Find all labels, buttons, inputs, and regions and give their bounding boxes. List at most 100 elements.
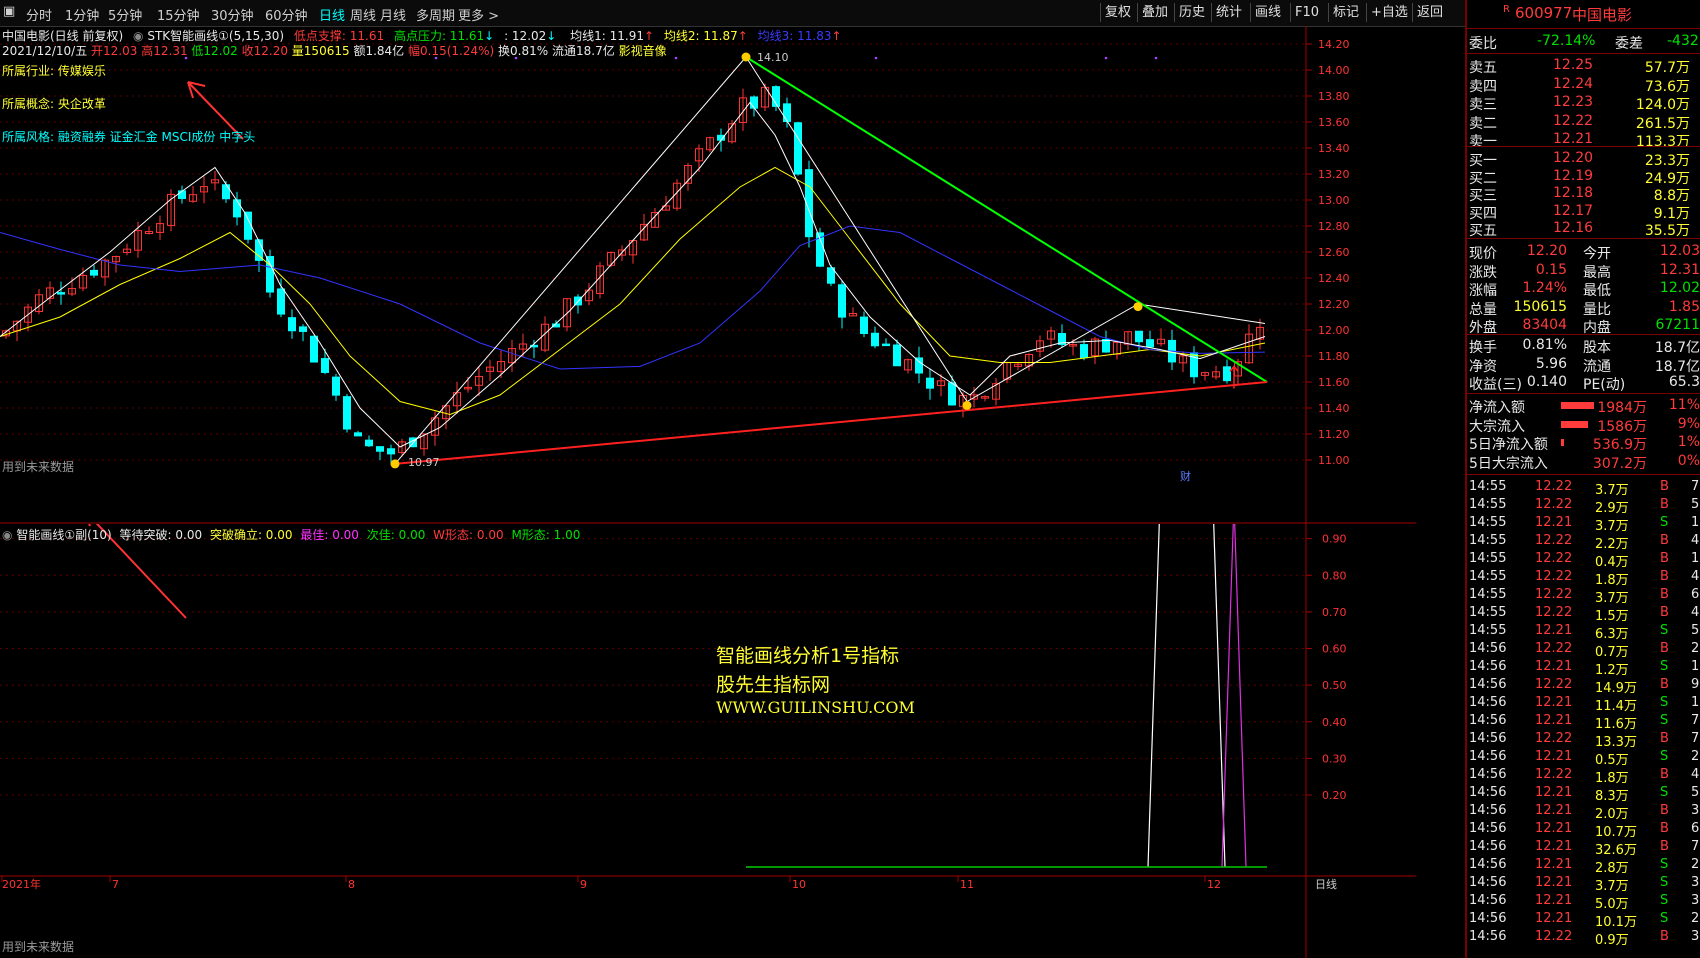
tick-row: 14:55 12.22 3.7万 B 7: [1469, 479, 1700, 498]
time-label: 11: [960, 878, 974, 891]
stock-code: 600977: [1515, 4, 1573, 22]
sub-axis-label: 0.50: [1322, 679, 1347, 692]
price-label: 13.60: [1318, 116, 1350, 129]
candle-body: [1223, 366, 1231, 382]
period-toolbar: ▣ 分时 1分钟 5分钟 15分钟 30分钟 60分钟 日线 周线 月线 多周期 更多 > 复权 叠加…: [0, 0, 1465, 27]
stat2-row-0: 换手 0.81% 股本 18.7亿: [1469, 337, 1700, 356]
period-tab-7[interactable]: 周线: [350, 5, 376, 24]
tick-row: 14:55 12.22 2.2万 B 4: [1469, 533, 1700, 552]
sub-title[interactable]: 智能画线①副(10): [16, 528, 111, 542]
menu-icon[interactable]: ▣: [3, 4, 15, 19]
resistance-line: [745, 56, 1268, 383]
period-tab-4[interactable]: 30分钟: [211, 5, 254, 24]
period-tab-2[interactable]: 5分钟: [108, 5, 142, 24]
stat2-row-1: 净资 5.96 流通 18.7亿: [1469, 355, 1700, 375]
sub-axis-label: 0.90: [1322, 533, 1347, 546]
ask-row-4: 卖一 12.21 113.3万: [1469, 131, 1690, 150]
kline-chart[interactable]: 14.20 14.00 13.80 13.60 13.40 13.20 13.00 12.80…: [0, 26, 1416, 524]
style-value: 融资融券 证金汇金 MSCI成份 中字头: [57, 130, 256, 144]
candle-body: [1080, 344, 1088, 359]
stock-name: 中国电影: [1572, 6, 1633, 24]
price-label: 14.00: [1318, 64, 1350, 77]
sub-indicator-chart[interactable]: 1.000.900.800.700.600.500.400.300.202021…: [0, 524, 1416, 958]
settings-icon[interactable]: ◉: [133, 29, 143, 43]
tick-row: 14:56 12.22 13.3万 B 7: [1469, 731, 1700, 750]
tick-row: 14:55 12.22 1.5万 B 4: [1469, 605, 1700, 624]
tick-row: 14:56 12.21 8.3万 S 5: [1469, 785, 1700, 804]
time-label: 7: [112, 878, 119, 891]
candle-body: [277, 288, 285, 315]
tick-row: 14:56 12.21 1.2万 S 1: [1469, 659, 1700, 678]
toolbar-button-5[interactable]: F10: [1290, 3, 1323, 22]
sub-second: 次佳: 0.00: [366, 528, 426, 542]
period-tab-5[interactable]: 60分钟: [265, 5, 308, 24]
candle-body: [926, 377, 934, 389]
price-label: 11.60: [1318, 376, 1350, 389]
bid-row-1: 买二 12.19 24.9万: [1469, 167, 1690, 187]
zigzag-line: [394, 56, 1266, 465]
period-tab-10[interactable]: 更多 >: [458, 5, 499, 24]
candle-body: [893, 344, 901, 367]
price-label: 12.80: [1318, 220, 1350, 233]
bid-row-4: 买五 12.16 35.5万: [1469, 220, 1690, 239]
toolbar-button-4[interactable]: 画线: [1250, 3, 1285, 22]
toolbar-button-1[interactable]: 叠加: [1137, 3, 1172, 22]
toolbar-button-6[interactable]: 标记: [1328, 3, 1363, 22]
candle-body: [310, 335, 318, 363]
event-marker: [1154, 56, 1158, 60]
finance-marker[interactable]: 财: [1180, 468, 1191, 484]
watermark-url: WWW.GUILINSHU.COM: [716, 698, 915, 717]
sub-settings-icon[interactable]: ◉: [2, 528, 12, 542]
time-label: 8: [348, 878, 355, 891]
pivot-dot: [1133, 302, 1143, 312]
candle-body: [871, 332, 879, 347]
toolbar-button-3[interactable]: 统计: [1211, 3, 1246, 22]
weibi-row: 委比 -72.14% 委差 -432: [1469, 33, 1699, 52]
tick-row: 14:56 12.22 0.7万 B 2: [1469, 641, 1700, 660]
tick-row: 14:56 12.22 14.9万 B 9: [1469, 677, 1700, 696]
candle-body: [244, 211, 252, 240]
candle-body: [1102, 339, 1110, 353]
indicator-name[interactable]: STK智能画线①(5,15,30): [147, 29, 284, 43]
period-tab-9[interactable]: 多周期: [416, 5, 455, 24]
flow-row-2: 5日净流入额 536.9万 1%: [1469, 434, 1700, 453]
ask-row-0: 卖五 12.25 57.7万: [1469, 57, 1690, 76]
ohlc-open: 开12.03: [91, 44, 138, 58]
pivot-dot: [741, 52, 751, 62]
toolbar-button-8[interactable]: 返回: [1412, 3, 1447, 22]
candle-body: [365, 439, 373, 447]
high-label: 14.10: [757, 51, 789, 64]
candle-body: [222, 184, 230, 200]
period-tab-6[interactable]: 日线: [319, 5, 345, 24]
ma2-line: [0, 166, 1266, 416]
candle-body: [794, 122, 802, 175]
period-tab-8[interactable]: 月线: [380, 5, 406, 24]
tick-row: 14:56 12.22 1.8万 B 4: [1469, 767, 1700, 786]
candle-body: [1135, 330, 1143, 343]
candle-body: [233, 199, 241, 218]
sub-axis-label: 0.60: [1322, 643, 1347, 656]
period-tab-0[interactable]: 分时: [26, 5, 52, 24]
candle-body: [57, 292, 65, 295]
time-axis-mode: 日线: [1315, 877, 1337, 891]
price-label: 12.60: [1318, 246, 1350, 259]
toolbar-button-2[interactable]: 历史: [1174, 3, 1209, 22]
flow-bar-1: [1561, 420, 1588, 428]
low-label: 10.97: [408, 456, 440, 469]
toolbar-button-7[interactable]: +自选: [1366, 3, 1412, 22]
candle-body: [178, 190, 186, 200]
candle-body: [343, 396, 351, 430]
period-tab-1[interactable]: 1分钟: [65, 5, 99, 24]
candle-body: [915, 357, 923, 374]
candle-body: [783, 103, 791, 123]
ohlc-amplitude: 幅0.15(1.24%): [408, 44, 495, 58]
future-data-note: 用到未来数据: [2, 460, 75, 474]
toolbar-button-0[interactable]: 复权: [1100, 3, 1135, 22]
stat-row-1: 涨跌 0.15 最高 12.31: [1469, 261, 1700, 281]
ohlc-close: 收12.20: [241, 44, 288, 58]
candle-body: [860, 316, 868, 334]
period-tab-3[interactable]: 15分钟: [157, 5, 200, 24]
price-label: 13.20: [1318, 168, 1350, 181]
sub-header: ◉ 智能画线①副(10) 等待突破: 0.00 突破确立: 0.00 最佳: 0…: [2, 526, 580, 543]
tick-row: 14:56 12.21 2.8万 S 2: [1469, 857, 1700, 876]
